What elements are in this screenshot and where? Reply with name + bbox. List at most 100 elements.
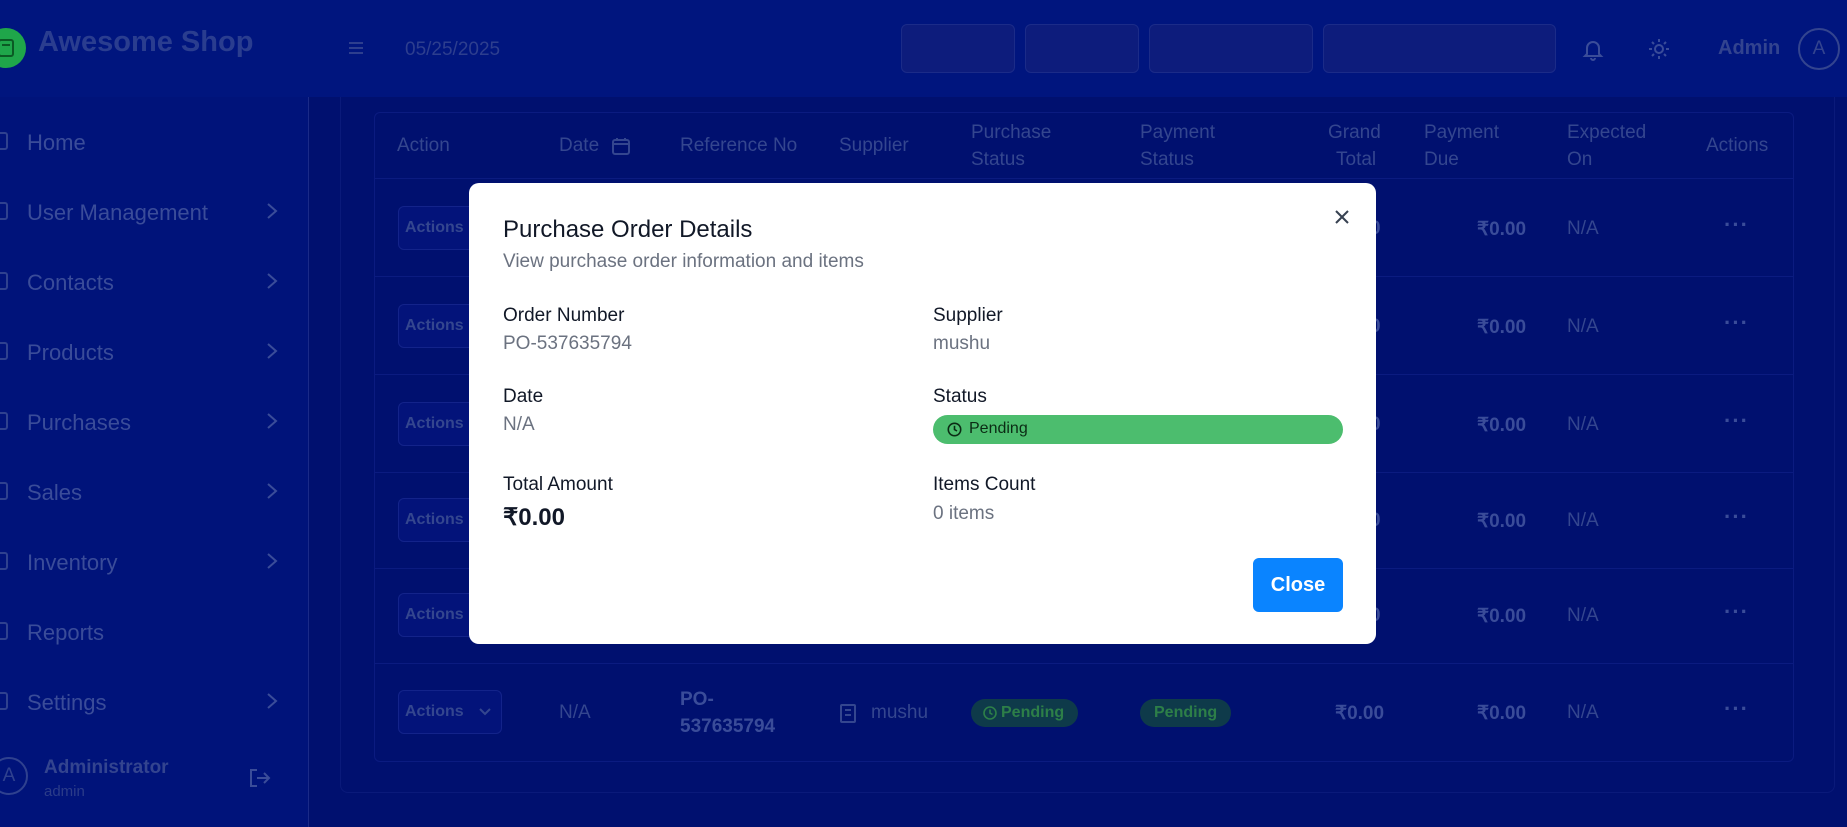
header-button-2[interactable] <box>1025 24 1139 73</box>
row-more-options-icon[interactable]: ··· <box>1724 408 1749 434</box>
chevron-right-icon <box>267 343 278 359</box>
close-icon[interactable] <box>1333 208 1351 226</box>
brand-name: Awesome Shop <box>38 26 254 58</box>
sidebar-item-reports[interactable]: Reports <box>0 604 309 658</box>
payment-due-cell: ₹0.00 <box>1477 511 1527 532</box>
expected-on-cell: N/A <box>1567 218 1599 239</box>
payment-due-cell: ₹0.00 <box>1477 317 1527 338</box>
row-more-options-icon[interactable]: ··· <box>1724 696 1749 722</box>
header-button-1[interactable] <box>901 24 1015 73</box>
row-more-options-icon[interactable]: ··· <box>1724 504 1749 530</box>
payment-due-cell: ₹0.00 <box>1477 219 1527 240</box>
column-header-date[interactable]: Date <box>559 133 599 159</box>
close-button[interactable]: Close <box>1253 558 1343 612</box>
column-header-grand-total-line2[interactable]: Total <box>1336 147 1376 173</box>
grand-total-cell: ₹0.00 <box>1335 703 1385 724</box>
notification-bell-icon[interactable] <box>1582 37 1604 66</box>
chevron-right-icon <box>267 553 278 569</box>
row-divider <box>374 663 1794 664</box>
sidebar-item-user-management[interactable]: User Management <box>0 184 309 238</box>
clock-icon <box>947 422 962 437</box>
row-divider <box>374 178 1794 179</box>
column-header-payment-due-line1[interactable]: Payment <box>1424 120 1499 146</box>
date-label: Date <box>503 386 544 407</box>
theme-toggle-sun-icon[interactable] <box>1647 37 1671 66</box>
sidebar-item-label: User Management <box>27 200 208 225</box>
sidebar-item-sales[interactable]: Sales <box>0 464 309 518</box>
header-button-4[interactable] <box>1323 24 1556 73</box>
header-user-name[interactable]: Admin <box>1718 37 1780 60</box>
sidebar-item-label: Home <box>27 130 86 155</box>
column-header-grand-total-line1[interactable]: Grand <box>1328 120 1381 146</box>
items-count-label: Items Count <box>933 474 1036 495</box>
row-actions-label: Actions <box>405 606 464 623</box>
reference-cell-line1[interactable]: PO- <box>680 689 714 711</box>
building-icon <box>840 704 856 723</box>
chevron-right-icon <box>267 273 278 289</box>
inventory-icon <box>0 552 8 570</box>
row-actions-label: Actions <box>405 415 464 432</box>
row-actions-label: Actions <box>405 317 464 334</box>
header-date: 05/25/2025 <box>405 39 501 60</box>
column-header-reference[interactable]: Reference No <box>680 133 797 159</box>
column-header-purchase-status-line2[interactable]: Status <box>971 147 1025 173</box>
dialog-subtitle: View purchase order information and item… <box>503 251 864 272</box>
hamburger-menu-icon[interactable] <box>343 37 369 59</box>
calendar-icon[interactable] <box>611 136 631 156</box>
row-more-options-icon[interactable]: ··· <box>1724 599 1749 625</box>
order-number-value: PO-537635794 <box>503 333 632 354</box>
sidebar-item-label: Settings <box>27 690 107 715</box>
expected-on-cell: N/A <box>1567 605 1599 626</box>
date-cell: N/A <box>559 702 591 723</box>
purchase-order-details-dialog: Purchase Order Details View purchase ord… <box>469 183 1376 644</box>
sidebar-item-purchases[interactable]: Purchases <box>0 394 309 448</box>
supplier-cell: mushu <box>871 702 929 723</box>
sidebar-user-name: Administrator <box>44 757 169 778</box>
header-button-3[interactable] <box>1149 24 1313 73</box>
row-more-options-icon[interactable]: ··· <box>1724 310 1749 336</box>
supplier-value: mushu <box>933 333 991 354</box>
chevron-down-icon <box>479 708 491 716</box>
home-icon <box>0 132 8 150</box>
column-header-expected-on-line1[interactable]: Expected <box>1567 120 1646 146</box>
column-header-payment-due-line2[interactable]: Due <box>1424 147 1459 173</box>
total-amount-label: Total Amount <box>503 474 613 495</box>
reference-cell-line2[interactable]: 537635794 <box>680 716 775 738</box>
expected-on-cell: N/A <box>1567 702 1599 723</box>
row-actions-label: Actions <box>405 219 464 236</box>
column-header-purchase-status-line1[interactable]: Purchase <box>971 120 1051 146</box>
column-header-payment-status-line2[interactable]: Status <box>1140 147 1194 173</box>
expected-on-cell: N/A <box>1567 316 1599 337</box>
chevron-right-icon <box>267 413 278 429</box>
row-more-options-icon[interactable]: ··· <box>1724 212 1749 238</box>
sidebar-item-contacts[interactable]: Contacts <box>0 254 309 308</box>
logout-icon[interactable] <box>248 767 272 789</box>
sidebar-item-inventory[interactable]: Inventory <box>0 534 309 588</box>
sidebar-item-products[interactable]: Products <box>0 324 309 378</box>
chevron-right-icon <box>267 693 278 709</box>
row-actions-label: Actions <box>405 703 464 720</box>
contacts-icon <box>0 272 8 290</box>
order-number-label: Order Number <box>503 305 625 326</box>
column-header-expected-on-line2[interactable]: On <box>1567 147 1592 173</box>
top-header: Awesome Shop 05/25/2025 Admin A <box>0 0 1847 97</box>
sidebar-user-avatar: A <box>0 757 28 795</box>
header-user-avatar[interactable]: A <box>1798 28 1840 70</box>
row-actions-label: Actions <box>405 511 464 528</box>
chevron-right-icon <box>267 203 278 219</box>
purchase-status-badge: Pending <box>971 699 1079 727</box>
column-header-action[interactable]: Action <box>397 133 450 159</box>
sidebar-item-label: Products <box>27 340 114 365</box>
sidebar-user-role: admin <box>44 783 85 800</box>
payment-due-cell: ₹0.00 <box>1477 606 1527 627</box>
sidebar-item-label: Sales <box>27 480 83 505</box>
column-header-supplier[interactable]: Supplier <box>839 133 909 159</box>
column-header-payment-status-line1[interactable]: Payment <box>1140 120 1215 146</box>
row-actions-dropdown[interactable]: Actions <box>398 690 502 734</box>
payment-status-badge: Pending <box>1140 699 1232 727</box>
status-text: Pending <box>969 420 1028 437</box>
payment-due-cell: ₹0.00 <box>1477 415 1527 436</box>
dialog-title: Purchase Order Details <box>503 216 753 243</box>
sidebar-item-home[interactable]: Home <box>0 114 309 168</box>
sidebar-item-settings[interactable]: Settings <box>0 674 309 728</box>
